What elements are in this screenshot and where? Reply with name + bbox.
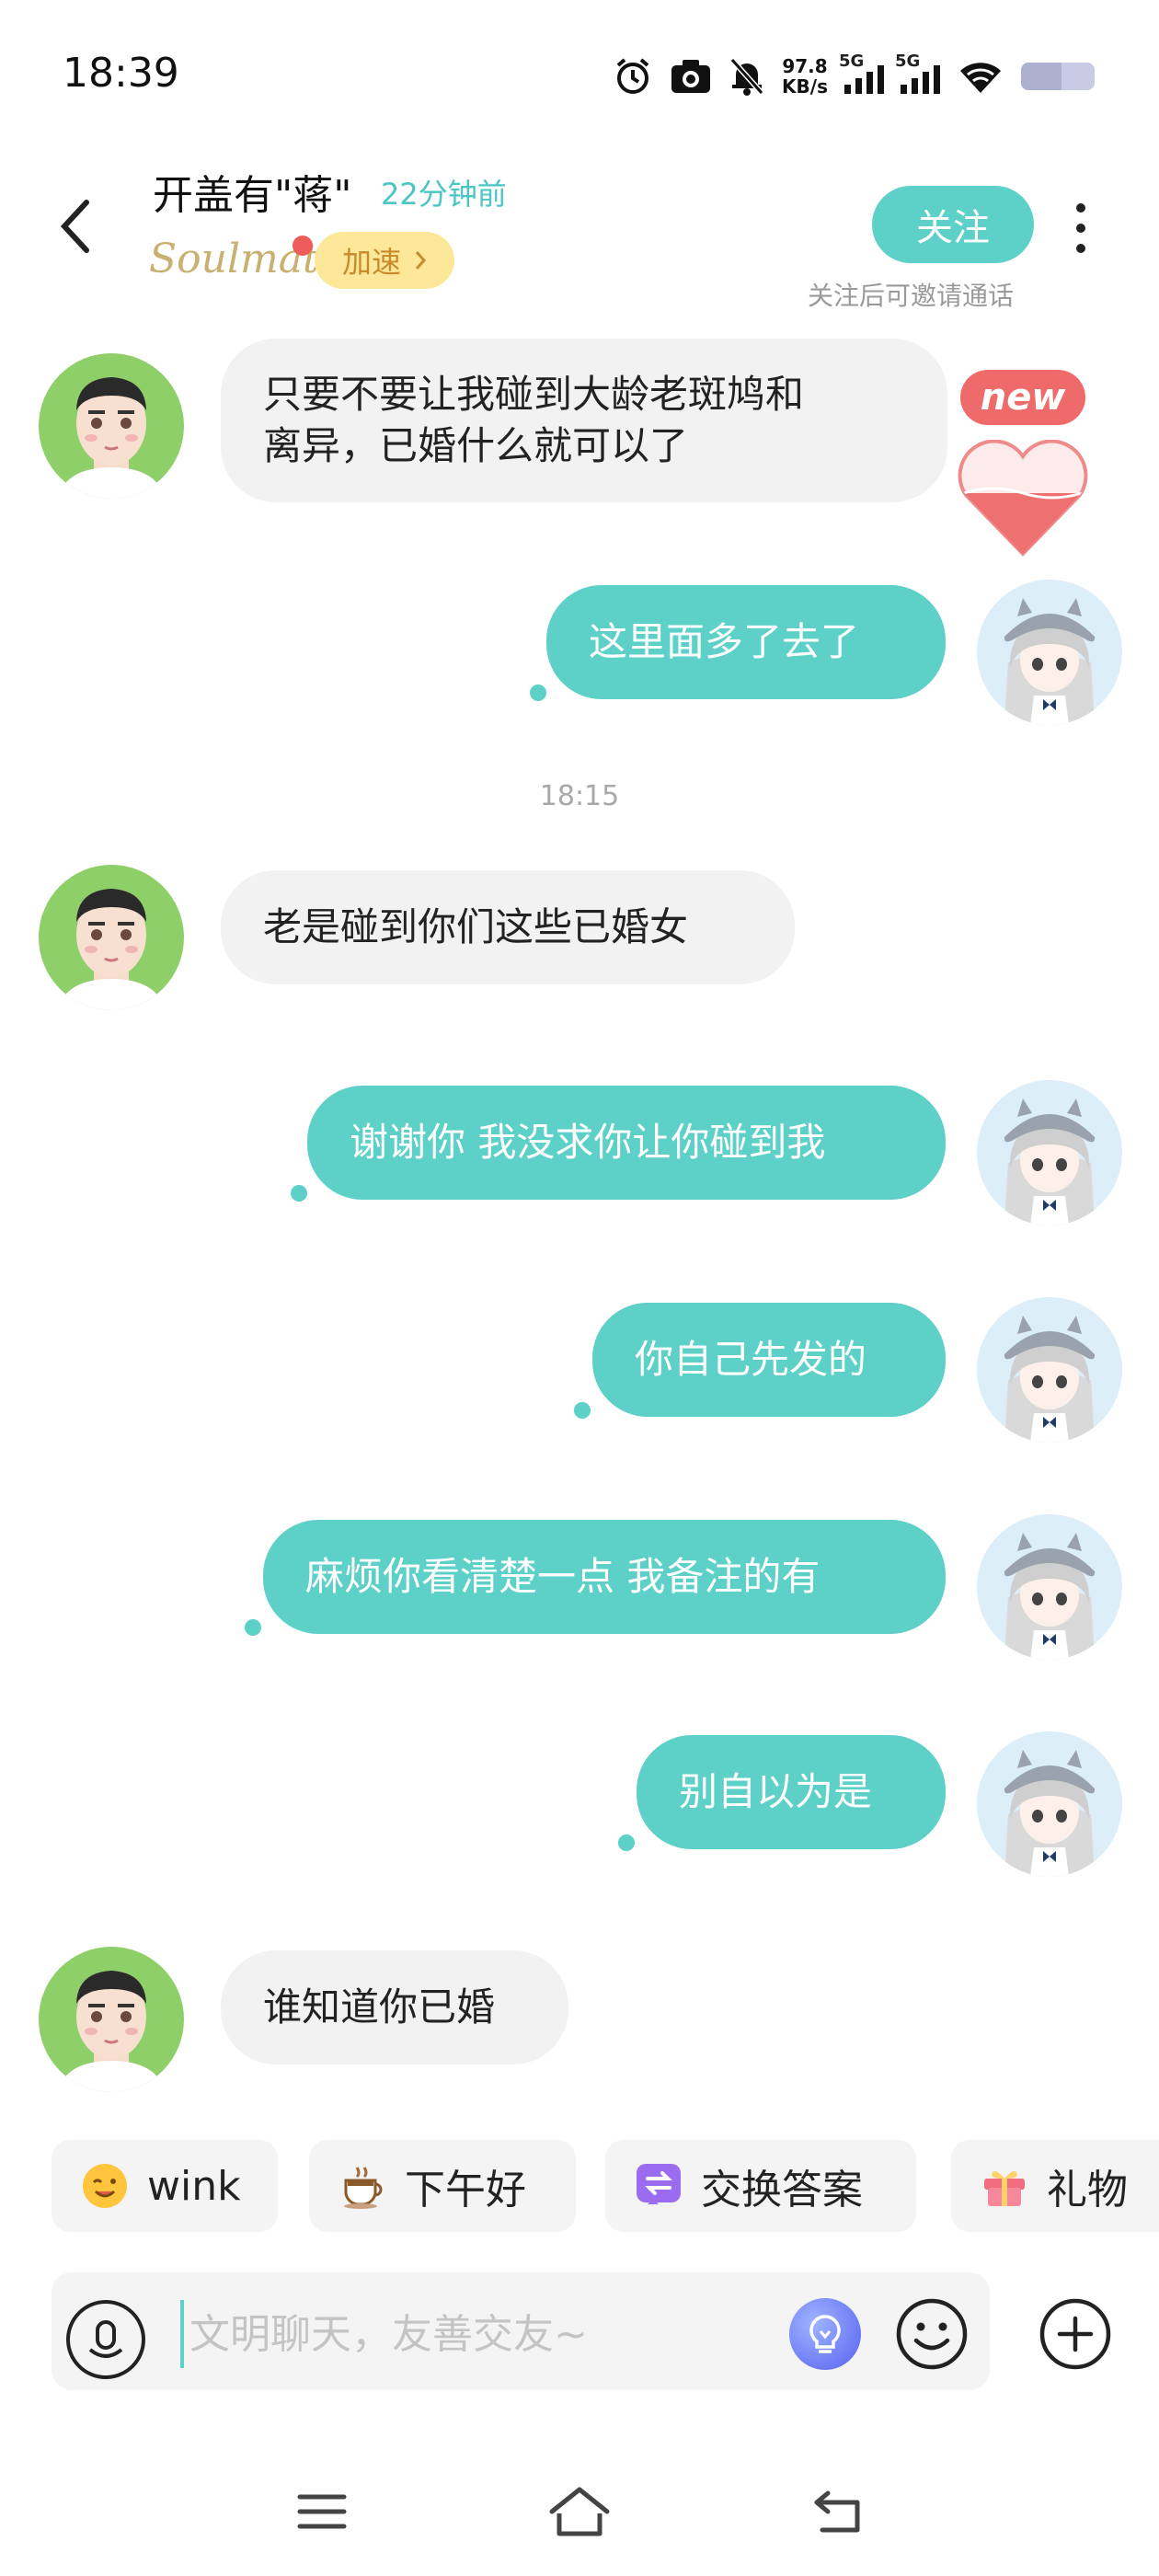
my-avatar[interactable]	[977, 1297, 1122, 1443]
my-avatar[interactable]	[977, 1731, 1122, 1877]
emoji-button[interactable]	[894, 2296, 970, 2372]
network-speed: 97.8 KB/s	[782, 55, 828, 98]
signal-2-icon: 5G	[895, 52, 940, 94]
my-avatar[interactable]	[977, 1514, 1122, 1660]
mute-bell-icon	[729, 56, 765, 97]
message-bubble-outgoing[interactable]: 麻烦你看清楚一点 我备注的有	[263, 1520, 946, 1634]
chevron-right-icon	[415, 251, 427, 270]
nav-home-button[interactable]	[543, 2475, 616, 2548]
message-bubble-outgoing[interactable]: 别自以为是	[637, 1735, 946, 1849]
nav-menu-button[interactable]	[285, 2475, 359, 2548]
partner-avatar[interactable]	[39, 353, 184, 499]
quick-chip-gift[interactable]: 礼物	[951, 2140, 1159, 2232]
camera-icon	[670, 58, 712, 95]
menu-icon	[297, 2494, 347, 2529]
my-avatar[interactable]	[977, 580, 1122, 725]
chevron-left-icon	[60, 200, 89, 253]
partner-avatar[interactable]	[39, 1947, 184, 2092]
exchange-icon	[635, 2162, 683, 2210]
coffee-cup-icon	[339, 2162, 386, 2210]
speed-up-label: 加速	[341, 245, 401, 280]
heart-meter-icon[interactable]	[957, 440, 1089, 559]
last-seen-time: 22分钟前	[381, 177, 507, 212]
message-bubble-outgoing[interactable]: 你自己先发的	[592, 1303, 946, 1417]
wink-emoji-icon	[81, 2162, 129, 2210]
follow-hint: 关注后可邀请通话	[808, 281, 1015, 311]
speed-up-button[interactable]: 加速	[315, 232, 454, 289]
gift-icon	[981, 2162, 1028, 2210]
message-bubble-incoming[interactable]: 谁知道你已婚	[221, 1950, 568, 2064]
voice-button[interactable]	[66, 2300, 145, 2379]
home-icon	[549, 2487, 610, 2536]
status-icons: 97.8 KB/s 5G 5G	[613, 52, 1095, 99]
chat-partner-name[interactable]: 开盖有"蒋"	[153, 162, 351, 221]
nav-back-button[interactable]	[802, 2475, 876, 2548]
battery-icon	[1021, 63, 1095, 90]
quick-chip-wink[interactable]: wink	[52, 2140, 278, 2232]
wifi-icon	[957, 58, 1004, 95]
timestamp: 18:15	[539, 780, 620, 812]
more-options-button[interactable]	[1058, 190, 1104, 267]
alarm-icon	[613, 56, 653, 97]
message-bubble-outgoing[interactable]: 这里面多了去了	[546, 585, 946, 699]
quick-chip-exchange-answers[interactable]: 交换答案	[605, 2140, 916, 2232]
back-button[interactable]	[48, 190, 103, 263]
status-time: 18:39	[63, 50, 179, 97]
lightbulb-icon	[809, 2315, 841, 2353]
follow-button[interactable]: 关注	[872, 186, 1034, 263]
message-input[interactable]	[180, 2300, 769, 2368]
message-bubble-incoming[interactable]: 老是碰到你们这些已婚女	[221, 870, 795, 984]
ai-assistant-button[interactable]	[789, 2298, 861, 2370]
quick-chip-good-afternoon[interactable]: 下午好	[309, 2140, 576, 2232]
signal-1-icon: 5G	[839, 52, 884, 94]
message-bubble-incoming[interactable]: 只要不要让我碰到大龄老斑鸠和 离异，已婚什么就可以了	[221, 339, 947, 502]
message-bubble-outgoing[interactable]: 谢谢你 我没求你让你碰到我	[307, 1086, 946, 1200]
add-attachment-button[interactable]	[1038, 2296, 1113, 2372]
return-icon	[814, 2490, 860, 2533]
partner-avatar[interactable]	[39, 865, 184, 1010]
voice-icon	[88, 2320, 123, 2358]
my-avatar[interactable]	[977, 1080, 1122, 1225]
new-badge[interactable]: new	[960, 370, 1085, 425]
notification-dot	[293, 236, 313, 256]
